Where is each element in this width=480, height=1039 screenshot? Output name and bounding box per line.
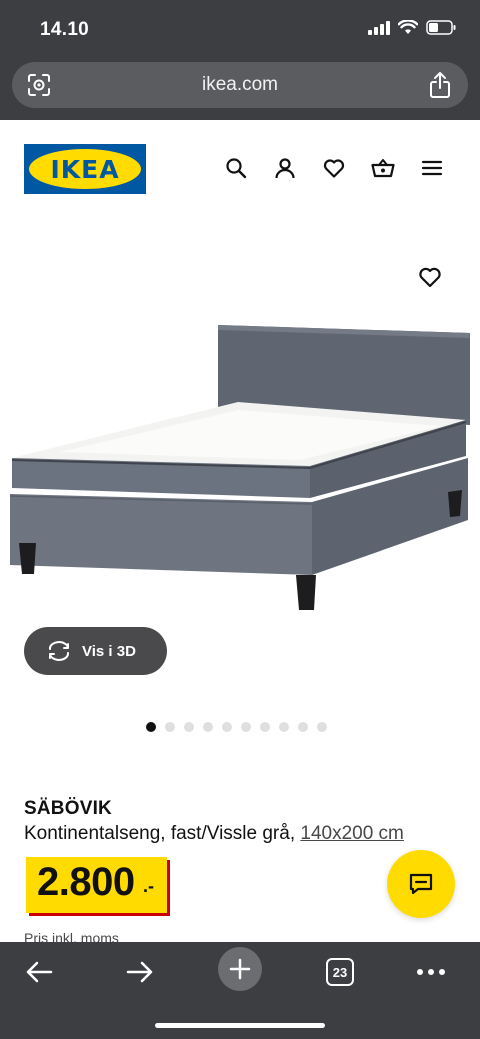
- chat-icon: [409, 873, 433, 895]
- product-size-link[interactable]: 140x200 cm: [300, 823, 404, 844]
- carousel-dot[interactable]: [298, 722, 308, 732]
- url-text[interactable]: ikea.com: [12, 74, 468, 96]
- back-arrow-icon: [26, 961, 53, 983]
- forward-arrow-icon: [126, 961, 153, 983]
- view-3d-button[interactable]: Vis i 3D: [24, 627, 167, 675]
- bed-illustration: [9, 325, 470, 610]
- product-image[interactable]: [0, 220, 480, 640]
- status-icons: [368, 20, 456, 35]
- menu-icon[interactable]: [420, 156, 444, 180]
- plus-icon: [229, 958, 251, 980]
- home-indicator: [155, 1023, 325, 1028]
- price-tag: 2.800 .-: [26, 857, 167, 913]
- more-dots-icon: [417, 969, 445, 975]
- chat-button[interactable]: [387, 850, 455, 918]
- tabs-count: 23: [326, 958, 354, 986]
- new-tab-button[interactable]: [218, 947, 262, 991]
- product-description-text: Kontinentalseng, fast/Vissle grå,: [24, 823, 296, 844]
- battery-icon: [426, 20, 456, 35]
- price-value: 2.800: [37, 860, 135, 904]
- more-button[interactable]: [407, 952, 455, 992]
- logo-oval: IKEA: [29, 149, 141, 189]
- carousel-dot[interactable]: [317, 722, 327, 732]
- browser-top-chrome: 14.10 ikea.com: [0, 0, 480, 120]
- browser-bottom-toolbar: 23: [0, 942, 480, 1039]
- status-time: 14.10: [40, 19, 90, 40]
- back-button[interactable]: [15, 952, 63, 992]
- image-carousel-dots: [146, 722, 327, 732]
- search-icon[interactable]: [224, 156, 248, 180]
- site-header: IKEA: [0, 120, 480, 220]
- header-actions: [224, 156, 444, 180]
- ikea-logo[interactable]: IKEA: [24, 144, 146, 194]
- profile-icon[interactable]: [273, 156, 297, 180]
- address-bar[interactable]: ikea.com: [12, 62, 468, 108]
- wifi-icon: [398, 20, 418, 34]
- product-name: SÄBÖVIK: [24, 798, 112, 819]
- share-icon[interactable]: [428, 71, 452, 99]
- product-description: Kontinentalseng, fast/Vissle grå, 140x20…: [24, 823, 404, 845]
- tabs-button[interactable]: 23: [316, 952, 364, 992]
- forward-button[interactable]: [116, 952, 164, 992]
- rotate-3d-icon: [49, 641, 69, 661]
- favorite-heart-icon[interactable]: [418, 266, 442, 288]
- logo-text: IKEA: [50, 154, 120, 184]
- carousel-dot[interactable]: [279, 722, 289, 732]
- carousel-dot[interactable]: [184, 722, 194, 732]
- carousel-dot[interactable]: [241, 722, 251, 732]
- carousel-dot[interactable]: [260, 722, 270, 732]
- carousel-dot[interactable]: [146, 722, 156, 732]
- cellular-signal-icon: [368, 20, 390, 35]
- basket-icon[interactable]: [371, 156, 395, 180]
- carousel-dot[interactable]: [203, 722, 213, 732]
- carousel-dot[interactable]: [222, 722, 232, 732]
- view-3d-label: Vis i 3D: [82, 642, 136, 660]
- heart-icon[interactable]: [322, 156, 346, 180]
- price-suffix: .-: [143, 876, 154, 896]
- carousel-dot[interactable]: [165, 722, 175, 732]
